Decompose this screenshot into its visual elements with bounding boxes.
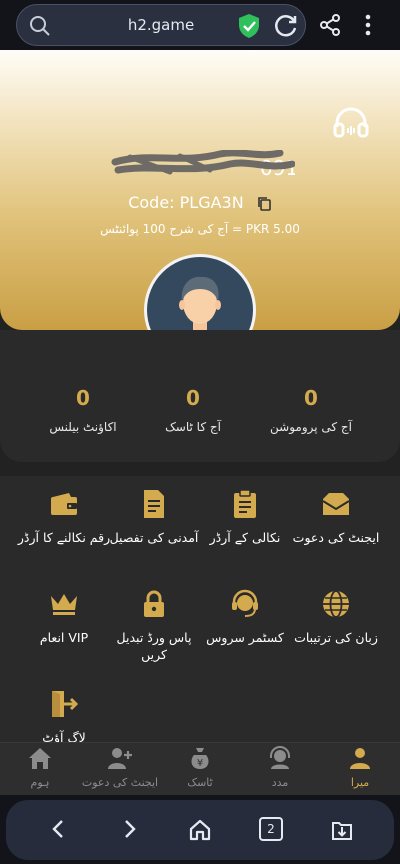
nav-label: ہوم	[30, 776, 50, 789]
lock-icon	[144, 590, 164, 617]
stat-label: آج کی پروموشن	[270, 420, 352, 434]
nav-label: ٹاسک	[187, 776, 213, 789]
invite-code-row: Code: PLGA3N	[0, 193, 400, 212]
menu-vip-reward[interactable]: انعام VIP	[16, 587, 112, 646]
nav-task[interactable]: ¥ ٹاسک	[160, 746, 240, 789]
headset-icon	[232, 589, 258, 617]
search-icon[interactable]	[29, 15, 51, 37]
share-icon[interactable]	[318, 13, 342, 37]
wallet-icon	[51, 493, 77, 515]
support-agent-icon	[270, 746, 290, 769]
download-icon[interactable]	[330, 818, 354, 842]
nav-label: مدد	[271, 776, 289, 789]
menu-label: زبان کی ترتیبات	[294, 630, 378, 645]
stat-value: 0	[304, 386, 318, 410]
more-vert-icon[interactable]	[362, 13, 374, 37]
copy-icon[interactable]	[257, 196, 272, 211]
envelope-icon	[322, 493, 350, 515]
nav-help[interactable]: مدد	[240, 746, 320, 789]
menu-label: نکالی کے آرڈر	[209, 530, 281, 545]
stat-value: 0	[76, 386, 90, 410]
clipboard-icon	[234, 489, 256, 518]
nav-home[interactable]: ہوم	[0, 746, 80, 789]
url-text[interactable]: h2.game	[17, 16, 305, 34]
menu-customer-service[interactable]: کسٹمر سروس	[197, 587, 293, 646]
browser-home-icon[interactable]	[188, 818, 212, 842]
menu-income-details[interactable]: آمدنی کی تفصیل	[106, 487, 202, 546]
menu-withdraw-request[interactable]: رقم نکالنے کا آرڈر	[16, 487, 112, 546]
stat-label: اکاؤنٹ بیلنس	[49, 420, 117, 434]
globe-icon	[323, 590, 349, 618]
tab-count: 2	[259, 817, 283, 841]
logout-icon	[52, 691, 79, 717]
nav-agent-invite[interactable]: ایجنٹ کی دعوت	[80, 746, 160, 789]
nav-mine[interactable]: میرا	[320, 746, 400, 789]
tabs-button[interactable]: 2	[259, 817, 283, 841]
exchange-rate-text: آج کی شرح 100 پوائنٹس = PKR 5.00	[100, 222, 300, 236]
menu-withdraw-orders[interactable]: نکالی کے آرڈر	[197, 487, 293, 546]
forward-icon[interactable]	[118, 818, 140, 840]
menu-logout[interactable]: لاگ آؤٹ	[16, 687, 112, 746]
menu-agent-invite[interactable]: ایجنٹ کی دعوت	[288, 487, 384, 546]
menu-label: پاس ورڈ تبدیل کریں	[116, 630, 192, 662]
person-icon	[350, 748, 370, 769]
reload-icon[interactable]	[273, 13, 299, 39]
invite-code-text: Code: PLGA3N	[128, 193, 244, 212]
home-icon	[29, 748, 51, 769]
add-person-icon	[108, 748, 132, 769]
stat-account-balance: 0 اکاؤنٹ بیلنس	[18, 386, 148, 434]
nav-label: ایجنٹ کی دعوت	[81, 776, 159, 789]
stat-today-promotion: 0 آج کی پروموشن	[246, 386, 376, 434]
menu-language-settings[interactable]: زبان کی ترتیبات	[288, 587, 384, 646]
money-bag-icon: ¥	[191, 748, 209, 769]
shield-check-icon[interactable]	[237, 13, 261, 39]
menu-label: انعام VIP	[39, 630, 89, 645]
menu-label: کسٹمر سروس	[206, 630, 284, 645]
crown-icon	[51, 594, 77, 615]
masked-phone-number: 091	[111, 150, 295, 180]
menu-label: رقم نکالنے کا آرڈر	[17, 530, 111, 545]
menu-label: ایجنٹ کی دعوت	[292, 530, 380, 545]
customer-support-icon[interactable]	[332, 105, 370, 141]
document-icon	[144, 490, 164, 518]
menu-change-password[interactable]: پاس ورڈ تبدیل کریں	[106, 587, 202, 663]
back-icon[interactable]	[48, 818, 70, 840]
menu-label: آمدنی کی تفصیل	[109, 530, 199, 545]
nav-label: میرا	[350, 776, 370, 789]
svg-text:¥: ¥	[197, 758, 203, 769]
address-bar[interactable]: h2.game	[16, 4, 306, 46]
